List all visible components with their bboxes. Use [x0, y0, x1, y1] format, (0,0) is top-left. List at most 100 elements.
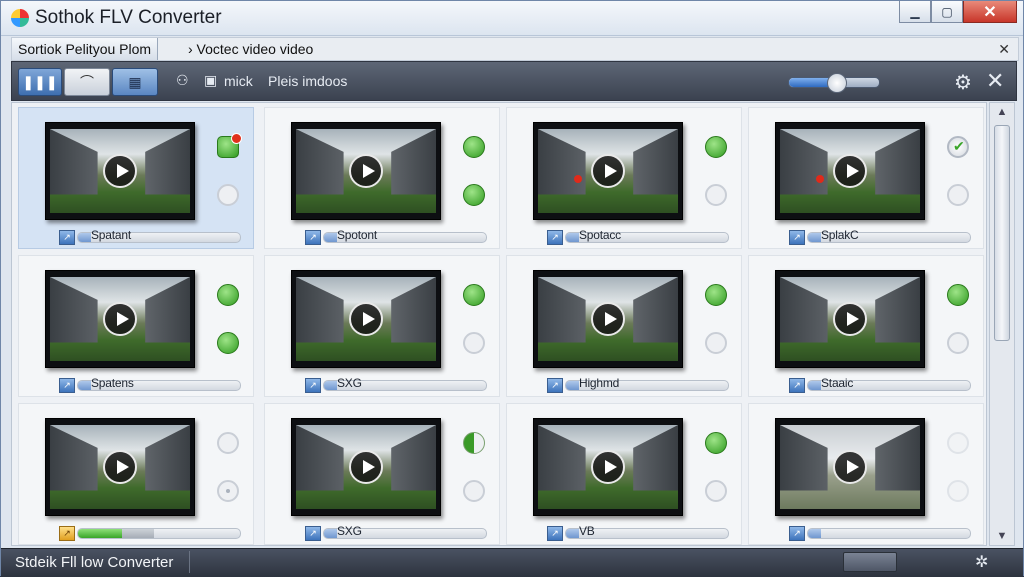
file-icon: ↗: [305, 526, 321, 541]
status-divider: [189, 551, 190, 573]
status-indicator-icon[interactable]: [705, 432, 727, 454]
window-controls: ▁ ▢ ✕: [899, 1, 1017, 23]
select-radio[interactable]: [217, 480, 239, 502]
video-thumbnail[interactable]: [291, 122, 441, 220]
plex-label[interactable]: Pleis imdoos: [268, 73, 347, 89]
play-icon[interactable]: [349, 302, 383, 336]
select-radio[interactable]: [217, 184, 239, 206]
video-card[interactable]: ↗ Staaic: [748, 255, 984, 397]
play-icon[interactable]: [591, 154, 625, 188]
play-icon[interactable]: [349, 154, 383, 188]
status-bar: Stdeik Fll low Converter ✲: [1, 548, 1023, 577]
select-radio[interactable]: [217, 332, 239, 354]
status-indicator-icon[interactable]: [947, 284, 969, 306]
person-icon[interactable]: ⚇: [176, 72, 189, 89]
video-card[interactable]: ↗ SXG: [264, 255, 500, 397]
video-thumbnail[interactable]: [775, 270, 925, 368]
video-label: Staaic: [821, 376, 854, 390]
video-card[interactable]: ↗ Highmd: [506, 255, 742, 397]
status-gear-icon[interactable]: ✲: [975, 552, 988, 572]
vertical-scrollbar[interactable]: ▲ ▼: [989, 102, 1015, 546]
file-icon: ↗: [547, 526, 563, 541]
video-thumbnail[interactable]: [775, 122, 925, 220]
video-thumbnail[interactable]: [45, 270, 195, 368]
minimize-button[interactable]: ▁: [899, 1, 931, 23]
play-icon[interactable]: [591, 302, 625, 336]
video-card[interactable]: ↗: [748, 403, 984, 545]
close-window-button[interactable]: ✕: [963, 1, 1017, 23]
select-radio[interactable]: [705, 480, 727, 502]
video-card[interactable]: ↗ Spatens: [18, 255, 254, 397]
progress-fill: [808, 233, 821, 242]
list-view-button[interactable]: ⌒: [64, 68, 110, 96]
play-icon[interactable]: [591, 450, 625, 484]
grid-view-button[interactable]: ❚❚❚: [18, 68, 62, 96]
play-icon[interactable]: [833, 154, 867, 188]
video-card[interactable]: ↗ SXG: [264, 403, 500, 545]
video-thumbnail[interactable]: [533, 270, 683, 368]
video-card[interactable]: ↗ Spotont: [264, 107, 500, 249]
play-icon[interactable]: [103, 450, 137, 484]
tab-close-icon[interactable]: ✕: [998, 38, 1010, 60]
video-card[interactable]: ↗ Spotacc: [506, 107, 742, 249]
scroll-up-icon[interactable]: ▲: [990, 103, 1014, 121]
zoom-slider-thumb[interactable]: [826, 73, 847, 93]
file-icon: ↗: [547, 378, 563, 393]
progress-fill: [78, 381, 91, 390]
status-indicator-icon[interactable]: [705, 136, 727, 158]
play-icon[interactable]: [833, 302, 867, 336]
select-radio[interactable]: [947, 332, 969, 354]
video-card[interactable]: ↗ VB: [506, 403, 742, 545]
toolbar: ❚❚❚ ⌒ ▦ ⚇ ▣ mick Pleis imdoos ⚙ ✕: [11, 61, 1017, 101]
select-radio[interactable]: [947, 184, 969, 206]
video-thumbnail[interactable]: [533, 122, 683, 220]
video-label: SXG: [337, 524, 362, 538]
status-indicator-icon[interactable]: [217, 284, 239, 306]
select-radio[interactable]: [705, 332, 727, 354]
video-card[interactable]: ↗ SplakC: [748, 107, 984, 249]
progress-fill: [324, 233, 337, 242]
video-thumbnail[interactable]: [45, 122, 195, 220]
play-icon[interactable]: [349, 450, 383, 484]
select-radio[interactable]: [947, 480, 969, 502]
play-icon[interactable]: [103, 154, 137, 188]
status-indicator-icon[interactable]: [705, 284, 727, 306]
mick-label[interactable]: mick: [224, 73, 253, 89]
video-thumbnail[interactable]: [45, 418, 195, 516]
select-radio[interactable]: [463, 184, 485, 206]
status-indicator-icon[interactable]: [463, 136, 485, 158]
status-indicator-icon[interactable]: [947, 432, 969, 454]
breadcrumb: › Voctec video video: [188, 41, 314, 57]
app-window: Sothok FLV Converter ▁ ▢ ✕ Sortiok Pelit…: [0, 0, 1024, 577]
select-radio[interactable]: [463, 480, 485, 502]
scroll-down-icon[interactable]: ▼: [990, 527, 1014, 545]
zoom-slider[interactable]: [788, 73, 880, 93]
status-indicator-icon[interactable]: [217, 432, 239, 454]
app-logo-icon: [11, 9, 29, 27]
status-resize-button[interactable]: [843, 552, 897, 572]
video-card[interactable]: ↗: [18, 403, 254, 545]
select-radio[interactable]: [705, 184, 727, 206]
status-indicator-icon[interactable]: [947, 136, 969, 158]
maximize-button[interactable]: ▢: [931, 1, 963, 23]
video-thumbnail[interactable]: [291, 418, 441, 516]
progress-fill: [78, 529, 122, 538]
tab-active[interactable]: Sortiok Pelityou Plom: [12, 38, 159, 60]
video-card[interactable]: ↗ Spatant: [18, 107, 254, 249]
play-icon[interactable]: [103, 302, 137, 336]
file-icon: ↗: [305, 378, 321, 393]
play-icon[interactable]: [833, 450, 867, 484]
video-thumbnail[interactable]: [533, 418, 683, 516]
video-thumbnail[interactable]: [775, 418, 925, 516]
gear-icon[interactable]: ⚙: [954, 70, 972, 95]
media-icon[interactable]: ▣: [204, 72, 217, 89]
select-radio[interactable]: [463, 332, 485, 354]
status-indicator-icon[interactable]: [463, 432, 485, 454]
status-indicator-icon[interactable]: [463, 284, 485, 306]
status-indicator-icon[interactable]: [217, 133, 242, 158]
video-thumbnail[interactable]: [291, 270, 441, 368]
close-icon[interactable]: ✕: [986, 68, 1004, 94]
scroll-thumb[interactable]: [994, 125, 1010, 341]
file-icon: ↗: [305, 230, 321, 245]
tiles-view-button[interactable]: ▦: [112, 68, 158, 96]
